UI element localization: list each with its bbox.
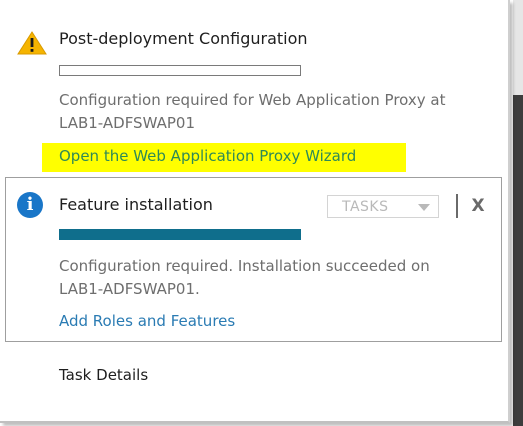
background-window-edge-light [513,0,523,95]
task-details-link[interactable]: Task Details [59,366,148,384]
notifications-flyout: Post-deployment Configuration Configurat… [0,0,510,423]
post-deployment-description-line1: Configuration required for Web Applicati… [59,91,446,109]
open-wap-wizard-link[interactable]: Open the Web Application Proxy Wizard [59,147,356,165]
feature-installation-description-line1: Configuration required. Installation suc… [59,257,430,275]
post-deployment-description-line2: LAB1-ADFSWAP01 [59,114,195,132]
tasks-label: TASKS [342,199,389,215]
close-button[interactable]: X [469,194,487,218]
chevron-down-icon [418,204,430,211]
info-icon: i [17,192,43,218]
warning-icon [17,31,47,55]
feature-installation-title: Feature installation [59,195,213,214]
feature-installation-progress-bar [59,229,301,240]
notifications-page: Post-deployment Configuration Configurat… [0,0,523,426]
post-deployment-title: Post-deployment Configuration [59,29,308,48]
divider [456,194,458,218]
feature-installation-description-line2: LAB1-ADFSWAP01. [59,280,200,298]
add-roles-and-features-link[interactable]: Add Roles and Features [59,312,235,330]
tasks-dropdown-button[interactable]: TASKS [327,195,439,218]
post-deployment-progress-bar [59,65,301,76]
